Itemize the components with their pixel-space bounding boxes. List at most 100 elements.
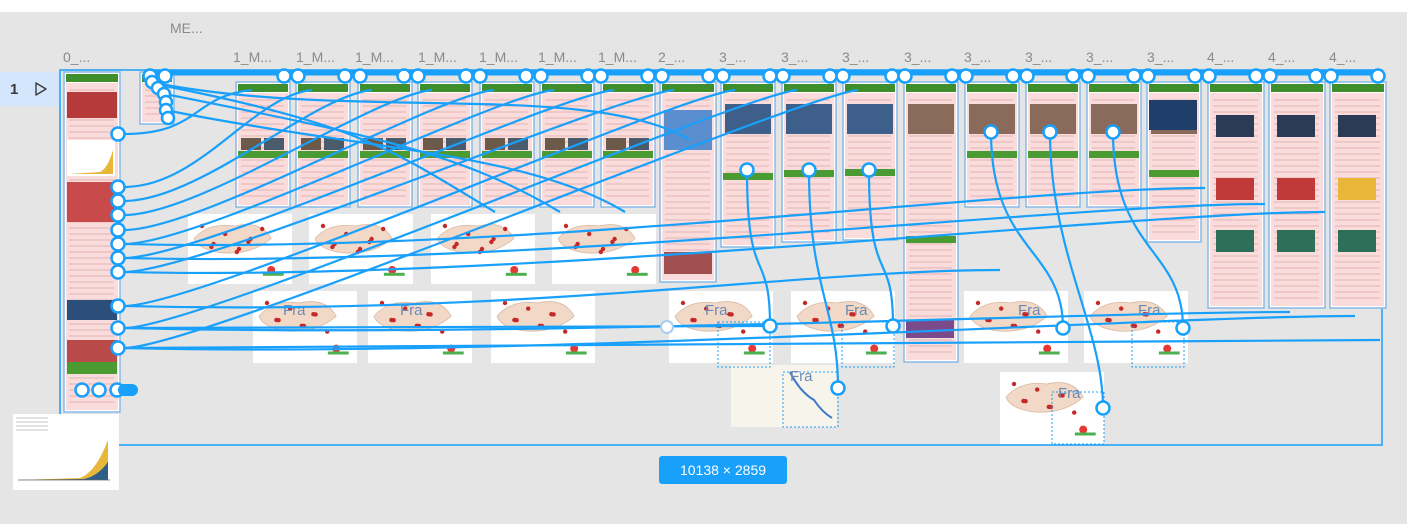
hotspot-dot bbox=[775, 68, 791, 84]
photo-placeholder bbox=[908, 104, 954, 134]
map-logo-text bbox=[1038, 351, 1060, 355]
hotspot-dot bbox=[835, 68, 851, 84]
photo-placeholder bbox=[1277, 230, 1315, 252]
hotspot-dot bbox=[518, 68, 534, 84]
hotspot-dot bbox=[1323, 68, 1339, 84]
photo-placeholder bbox=[423, 138, 443, 150]
hotspot-dot bbox=[1248, 68, 1264, 84]
section-bar bbox=[298, 151, 348, 158]
map-pin bbox=[1105, 317, 1110, 323]
photo-placeholder bbox=[1216, 230, 1254, 252]
hotspot-dot bbox=[1095, 400, 1111, 416]
photo-placeholder bbox=[1277, 178, 1315, 200]
hotspot-dot bbox=[762, 318, 778, 334]
map-pin bbox=[1011, 381, 1017, 387]
hotspot-dot bbox=[701, 68, 717, 84]
map-logo-text bbox=[383, 272, 405, 276]
map-pin bbox=[1021, 398, 1026, 404]
map-pin bbox=[489, 239, 494, 245]
map-pin bbox=[389, 317, 394, 323]
hotspot-dot bbox=[1201, 68, 1217, 84]
hotspot-dot bbox=[91, 382, 107, 398]
hotspot-dot bbox=[110, 298, 126, 314]
photo-placeholder bbox=[1338, 230, 1376, 252]
frame-header-bar bbox=[66, 74, 118, 82]
photo-placeholder bbox=[67, 92, 117, 118]
map-pin bbox=[587, 231, 592, 237]
hotspot-dot bbox=[715, 68, 731, 84]
map-pin bbox=[1095, 300, 1101, 306]
hotspot-dot bbox=[110, 207, 126, 223]
map-pin bbox=[512, 317, 517, 323]
hotspot-dot bbox=[337, 68, 353, 84]
map-logo-text bbox=[505, 272, 527, 276]
hotspot-dot bbox=[110, 193, 126, 209]
hotspot-dot bbox=[110, 320, 126, 336]
hotspot-dot bbox=[580, 68, 596, 84]
overlay-text: Fra bbox=[283, 302, 306, 319]
route-map-thumbnail bbox=[731, 365, 837, 427]
map-pin bbox=[1036, 329, 1041, 334]
hotspot-dot bbox=[762, 68, 778, 84]
hotspot-dot bbox=[1019, 68, 1035, 84]
map-logo-text bbox=[743, 351, 765, 355]
frame-header-bar bbox=[1089, 84, 1139, 92]
hotspot-dot bbox=[1370, 68, 1386, 84]
map-pin bbox=[563, 329, 568, 334]
hotspot-dot bbox=[74, 382, 90, 398]
frames-group: FraFraFraFraFraFraFraFraFra bbox=[13, 69, 1387, 490]
hotspot-dot bbox=[458, 68, 474, 84]
prototype-layer: FraFraFraFraFraFraFraFraFra bbox=[13, 68, 1387, 490]
map-pin bbox=[260, 226, 265, 232]
map-thumbnail bbox=[1084, 291, 1188, 363]
hotspot-dot bbox=[110, 264, 126, 280]
map-pin bbox=[1130, 323, 1136, 328]
section-bar bbox=[1149, 170, 1199, 177]
photo-placeholder bbox=[1216, 115, 1254, 137]
map-pin bbox=[320, 223, 326, 229]
hotspot-dot bbox=[660, 320, 674, 334]
map-thumbnail bbox=[791, 291, 895, 363]
hotspot-dot bbox=[884, 68, 900, 84]
map-logo-text bbox=[1158, 351, 1180, 355]
hotspot-dot bbox=[1308, 68, 1324, 84]
photo-placeholder bbox=[1338, 178, 1376, 200]
photo-placeholder bbox=[606, 138, 626, 150]
map-pin bbox=[549, 312, 554, 317]
hotspot-dot bbox=[110, 222, 126, 238]
map-pin bbox=[563, 223, 569, 229]
hotspot-dot bbox=[276, 68, 292, 84]
photo-placeholder bbox=[906, 320, 954, 338]
map-logo-text bbox=[626, 272, 648, 276]
map-pin bbox=[381, 226, 386, 232]
map-pin bbox=[975, 300, 981, 306]
map-pin bbox=[452, 244, 457, 250]
hotspot-dot bbox=[110, 236, 126, 252]
hotspot-dot bbox=[110, 250, 126, 266]
hotspot-dot bbox=[110, 126, 126, 142]
photo-placeholder bbox=[1216, 178, 1254, 200]
hotspot-dot bbox=[410, 68, 426, 84]
hotspot-dot bbox=[593, 68, 609, 84]
photo-placeholder bbox=[1149, 100, 1197, 130]
frame-header-bar bbox=[1149, 84, 1199, 92]
hotspot-dot bbox=[1042, 124, 1058, 140]
hotspot-dot bbox=[958, 68, 974, 84]
hotspot-dot bbox=[290, 68, 306, 84]
section-bar bbox=[1028, 151, 1078, 158]
hotspot-dot bbox=[110, 340, 126, 356]
map-logo-text bbox=[565, 351, 587, 355]
photo-placeholder bbox=[847, 104, 893, 134]
hotspot-dot bbox=[654, 68, 670, 84]
map-pin bbox=[503, 226, 508, 232]
map-pin bbox=[610, 239, 615, 245]
map-logo-text bbox=[442, 351, 464, 355]
map-pin bbox=[802, 300, 808, 306]
map-pin bbox=[1072, 410, 1077, 415]
map-pin bbox=[1156, 329, 1161, 334]
map-pin bbox=[442, 223, 448, 229]
section-bar bbox=[67, 362, 117, 374]
hotspot-dot bbox=[739, 162, 755, 178]
hotspot-dot bbox=[1262, 68, 1278, 84]
hotspot-dot bbox=[830, 380, 846, 396]
